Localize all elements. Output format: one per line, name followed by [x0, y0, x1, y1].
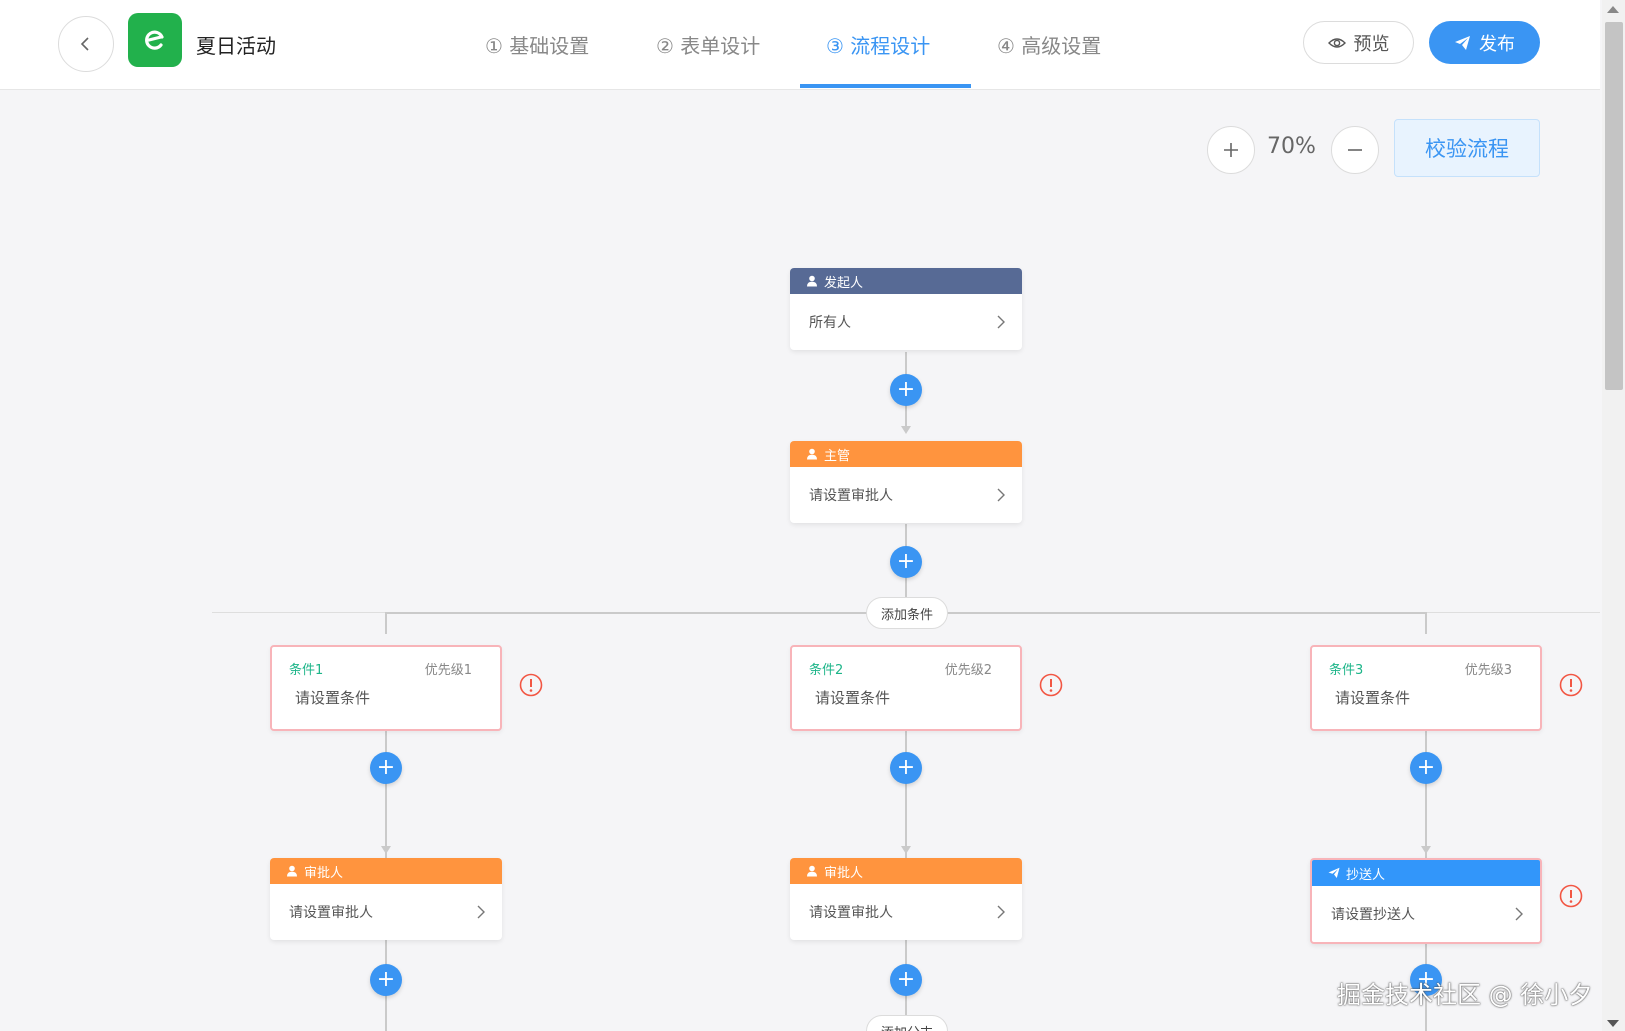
chevron-right-icon — [477, 905, 485, 919]
condition-node-2[interactable]: 条件2 优先级2 请设置条件 — [790, 645, 1022, 731]
error-alert-icon[interactable] — [1559, 884, 1583, 908]
node-header: 主管 — [790, 441, 1022, 467]
condition-name: 条件1 — [289, 663, 324, 678]
tab-advanced-settings[interactable]: ④ 高级设置 — [997, 30, 1101, 59]
app-logo-icon — [145, 30, 164, 50]
supervisor-node[interactable]: 主管 请设置审批人 — [790, 441, 1022, 523]
add-node-button[interactable]: + — [890, 546, 922, 578]
node-header: 抄送人 — [1312, 860, 1540, 886]
approver-node-1[interactable]: 审批人 请设置审批人 — [270, 858, 502, 940]
publish-label: 发布 — [1479, 33, 1515, 55]
error-alert-icon[interactable] — [1039, 673, 1063, 697]
initiator-node[interactable]: 发起人 所有人 — [790, 268, 1022, 350]
scroll-down-arrow-icon[interactable] — [1607, 1020, 1619, 1027]
scrollbar-thumb[interactable] — [1605, 22, 1623, 390]
node-title: 审批人 — [824, 865, 864, 881]
node-value: 请设置审批人 — [809, 905, 893, 921]
node-title: 主管 — [824, 448, 851, 464]
user-icon — [807, 448, 817, 460]
node-value: 请设置审批人 — [289, 905, 373, 921]
chevron-right-icon — [1515, 907, 1523, 921]
node-body[interactable]: 请设置审批人 — [270, 884, 502, 940]
condition-desc: 请设置条件 — [1335, 689, 1411, 707]
condition-priority: 优先级1 — [424, 663, 472, 678]
chevron-left-icon — [80, 37, 89, 51]
node-title: 抄送人 — [1346, 867, 1386, 883]
connector-line — [1425, 612, 1427, 634]
send-icon — [1455, 35, 1470, 50]
add-condition-button[interactable]: 添加条件 — [866, 597, 948, 629]
eye-icon — [1327, 37, 1346, 48]
connector-arrow — [901, 846, 911, 854]
chevron-right-icon — [997, 905, 1005, 919]
node-body[interactable]: 请设置审批人 — [790, 467, 1022, 523]
scroll-up-arrow-icon[interactable] — [1607, 6, 1619, 13]
tab-flow-design[interactable]: ③ 流程设计 — [826, 30, 930, 59]
user-icon — [287, 865, 297, 877]
connector-arrow — [381, 846, 391, 854]
preview-button[interactable]: 预览 — [1303, 21, 1414, 64]
add-node-button[interactable]: + — [890, 374, 922, 406]
connector-arrow — [901, 426, 911, 434]
condition-name: 条件3 — [1329, 663, 1364, 678]
add-node-button[interactable]: + — [890, 752, 922, 784]
app-logo — [128, 13, 182, 67]
node-value: 所有人 — [809, 315, 851, 331]
add-node-button[interactable]: + — [890, 964, 922, 996]
user-icon — [807, 865, 817, 877]
node-body[interactable]: 请设置审批人 — [790, 884, 1022, 940]
chevron-right-icon — [997, 488, 1005, 502]
node-body[interactable]: 请设置抄送人 — [1312, 886, 1540, 942]
condition-node-3[interactable]: 条件3 优先级3 请设置条件 — [1310, 645, 1542, 731]
error-alert-icon[interactable] — [1559, 673, 1583, 697]
connector-line — [385, 612, 387, 634]
add-node-button[interactable]: + — [370, 752, 402, 784]
send-icon — [1328, 867, 1340, 878]
condition-desc: 请设置条件 — [815, 689, 891, 707]
node-value: 请设置抄送人 — [1331, 907, 1415, 923]
error-alert-icon[interactable] — [519, 673, 543, 697]
preview-label: 预览 — [1353, 33, 1390, 55]
tab-basic-settings[interactable]: ① 基础设置 — [485, 30, 589, 59]
connector-arrow — [1421, 846, 1431, 854]
add-branch-button[interactable]: 添加分支 — [866, 1015, 948, 1031]
watermark: 掘金技术社区 @ 徐小夕 — [1337, 981, 1593, 1009]
cc-node[interactable]: 抄送人 请设置抄送人 — [1310, 858, 1542, 944]
chevron-right-icon — [997, 315, 1005, 329]
condition-node-1[interactable]: 条件1 优先级1 请设置条件 — [270, 645, 502, 731]
flow-canvas: 发起人 所有人 + 主管 请设置审批人 + 添加条件 条件1 优先级1 请设置条… — [0, 90, 1600, 1031]
top-header: 夏日活动 ① 基础设置 ② 表单设计 ③ 流程设计 ④ 高级设置 预览 发布 — [0, 0, 1600, 90]
condition-priority: 优先级3 — [1464, 663, 1512, 678]
user-icon — [807, 275, 817, 287]
node-title: 发起人 — [824, 275, 864, 291]
app-title: 夏日活动 — [196, 34, 276, 58]
node-body[interactable]: 所有人 — [790, 294, 1022, 350]
add-node-button[interactable]: + — [1410, 752, 1442, 784]
node-title: 审批人 — [304, 865, 344, 881]
approver-node-2[interactable]: 审批人 请设置审批人 — [790, 858, 1022, 940]
condition-desc: 请设置条件 — [295, 689, 371, 707]
publish-button[interactable]: 发布 — [1429, 21, 1540, 64]
condition-priority: 优先级2 — [944, 663, 992, 678]
condition-name: 条件2 — [809, 663, 844, 678]
node-value: 请设置审批人 — [809, 488, 893, 504]
active-tab-indicator — [800, 84, 971, 88]
back-button[interactable] — [58, 16, 114, 72]
node-header: 审批人 — [790, 858, 1022, 884]
node-header: 审批人 — [270, 858, 502, 884]
tab-form-design[interactable]: ② 表单设计 — [656, 30, 760, 59]
node-header: 发起人 — [790, 268, 1022, 294]
add-node-button[interactable]: + — [370, 964, 402, 996]
